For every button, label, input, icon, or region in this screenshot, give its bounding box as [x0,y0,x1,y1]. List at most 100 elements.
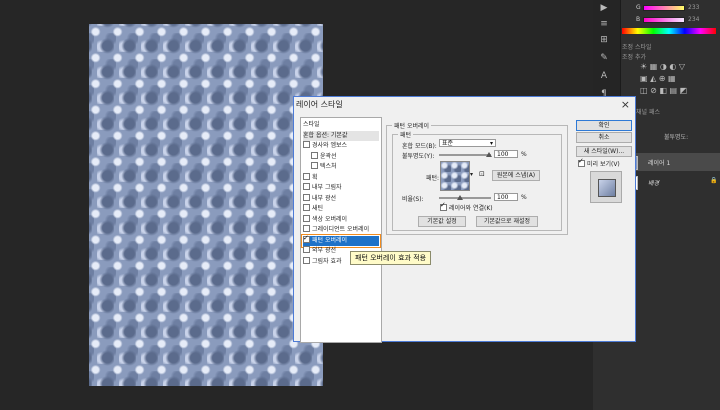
style-list-item[interactable]: 획 [303,172,379,183]
color-spectrum[interactable] [622,28,716,34]
opacity-unit: % [521,151,527,158]
chevron-down-icon: ▾ [489,140,493,147]
style-list-label: 스타일 [303,121,320,128]
style-list-item[interactable]: 그레이디언트 오버레이 [303,225,379,235]
style-checkbox[interactable] [303,214,310,222]
style-list-item[interactable]: 스타일 [303,120,379,130]
character-icon[interactable]: A [598,70,610,82]
add-adjust-label: 조정 추가 [622,54,646,61]
adjust-style-tabs[interactable]: 조정 스타일 [622,42,652,51]
style-preview-swatch [598,179,616,197]
dialog-title: 레이어 스타일 [296,100,343,109]
preview-checkbox[interactable] [578,157,585,167]
tooltip: 패턴 오버레이 효과 적용 [350,251,432,265]
blend-mode-label: 혼합 모드(B): [402,143,437,150]
style-checkbox[interactable] [303,204,310,211]
adjust-icons-row1[interactable]: ☀ ▦ ◑ ◐ ▽ [640,62,685,71]
scale-label: 비율(S): [402,196,424,203]
layer-name: 레이어 1 [648,160,671,167]
style-list-item[interactable]: 경사와 엠보스 [303,141,379,151]
opacity-slider[interactable] [439,154,491,156]
style-list-item[interactable]: 새틴 [303,204,379,214]
style-list-label: 내부 그림자 [312,184,342,191]
scale-slider[interactable] [439,197,491,199]
style-list-item[interactable]: 내부 그림자 [303,183,379,193]
style-list-item[interactable]: 텍스처 [303,162,387,172]
style-list-item[interactable]: 윤곽선 [303,151,387,162]
style-list-label: 패턴 오버레이 [312,236,348,244]
style-list-label: 경사와 엠보스 [312,142,348,149]
style-list-label: 윤곽선 [320,152,337,160]
style-checkbox[interactable] [303,256,310,264]
style-list-item[interactable]: 패턴 오버레이 [301,233,381,248]
make-default-button[interactable]: 기본값 설정 [418,216,466,227]
g-slider[interactable] [643,5,685,11]
style-preview [590,171,622,203]
layer-style-dialog: 레이어 스타일 × 스타일혼합 옵션: 기본값경사와 엠보스윤곽선텍스처 획내부 … [293,96,636,343]
style-checkbox[interactable] [311,151,318,159]
subgroup-title: 패턴 [398,130,414,139]
style-checkbox[interactable] [303,172,310,180]
style-list-label: 혼합 옵션: 기본값 [303,131,348,139]
opacity-slider-thumb[interactable] [486,152,492,157]
layer-name: 배경 [648,180,660,187]
layers-tabs[interactable]: 채널 패스 [636,107,660,116]
g-channel-label: G [636,4,641,11]
style-list-item[interactable]: 색상 오버레이 [303,214,379,225]
style-list-label: 획 [312,173,318,181]
style-list-label: 색상 오버레이 [312,215,348,223]
style-list-label: 텍스처 [320,163,337,170]
style-checkbox[interactable] [303,193,310,201]
style-list-label: 그림자 효과 [312,257,342,265]
style-checkbox[interactable] [303,183,310,190]
link-with-layer[interactable]: 레이어와 연결(K) [440,201,493,212]
document-canvas[interactable] [89,24,323,386]
brush-icon[interactable]: ✎ [598,52,610,64]
adjust-icons-row2[interactable]: ▣ ◭ ⊕ ▦ [640,74,676,83]
scale-input[interactable]: 100 [494,193,518,201]
adjust-icons-row3[interactable]: ◫ ⊘ ◧ ▤ ◩ [640,86,687,95]
b-value[interactable]: 234 [688,16,699,23]
style-list-label: 내부 광선 [312,194,336,202]
lock-icon: 🔒 [710,177,718,184]
info-icon[interactable]: ⊞ [598,34,610,46]
opacity-input[interactable]: 100 [494,150,518,158]
pattern-picker[interactable] [440,161,470,191]
cancel-button[interactable]: 취소 [576,132,632,143]
g-value[interactable]: 233 [688,4,699,11]
reset-to-default-button[interactable]: 기본값으로 재설정 [476,216,538,227]
link-checkbox[interactable] [440,201,447,211]
b-channel-label: B [636,16,641,23]
layers-opacity-label: 불투명도: [664,134,689,141]
group-title: 패턴 오버레이 [392,121,432,130]
link-label: 레이어와 연결(K) [449,205,493,212]
style-checkbox[interactable] [303,225,310,232]
style-checkbox[interactable] [303,233,310,243]
preview-toggle[interactable]: 미리 보기(V) [578,157,620,168]
style-list: 스타일혼합 옵션: 기본값경사와 엠보스윤곽선텍스처 획내부 그림자내부 광선새틴… [300,117,382,343]
blend-mode-value: 표준 [442,140,454,147]
style-list-label: 그레이디언트 오버레이 [312,226,370,233]
play-icon[interactable]: ▶ [598,2,610,14]
blend-mode-select[interactable]: 표준 ▾ [439,139,496,147]
style-list-item[interactable]: 혼합 옵션: 기본값 [303,130,379,141]
style-list-item[interactable]: 내부 광선 [303,193,379,204]
scale-slider-thumb[interactable] [457,195,463,200]
scale-unit: % [521,194,527,201]
close-icon[interactable]: × [621,98,630,111]
opacity-label: 불투명도(Y): [402,153,435,160]
chevron-down-icon[interactable]: ▾ [470,171,473,178]
preview-label: 미리 보기(V) [587,161,620,168]
style-list-label: 새틴 [312,205,324,212]
pattern-label: 패턴: [426,175,440,182]
style-checkbox[interactable] [303,141,310,148]
new-style-button[interactable]: 새 스타일(W)... [576,146,632,157]
history-icon[interactable]: ≡ [598,18,610,30]
b-slider[interactable] [643,17,685,23]
style-list-label: 외부 광선 [312,247,336,254]
style-checkbox[interactable] [311,162,318,169]
ok-button[interactable]: 확인 [576,120,632,131]
style-checkbox[interactable] [303,246,310,253]
new-preset-icon[interactable]: ⊡ [479,170,485,178]
snap-to-origin-button[interactable]: 원본에 스냅(A) [492,170,540,181]
